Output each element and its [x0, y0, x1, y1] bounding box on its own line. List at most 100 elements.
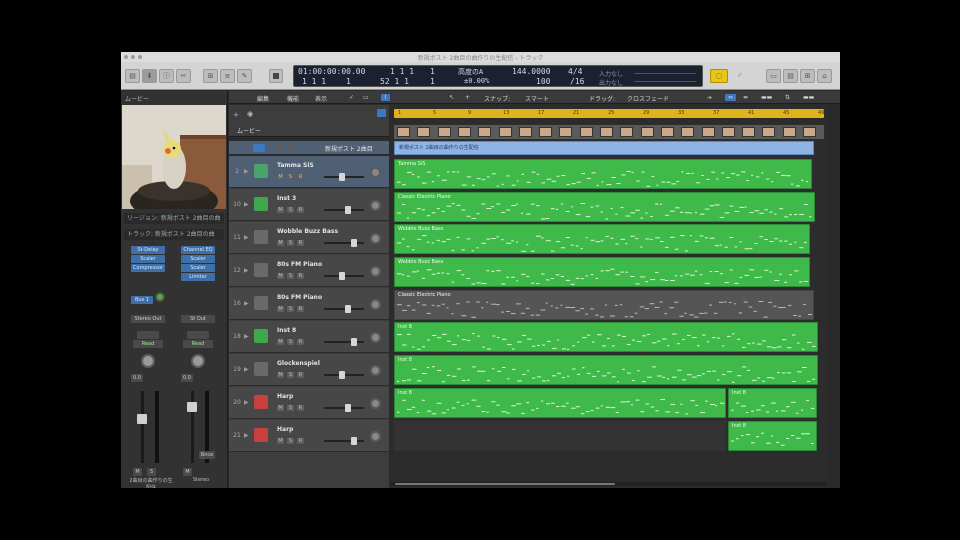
volume-fader[interactable]	[187, 402, 197, 412]
lcd-tempo[interactable]: 144.0000	[512, 67, 551, 76]
volume-fader-track[interactable]	[141, 391, 144, 463]
notepad-button[interactable]: ▤	[783, 69, 798, 83]
disclosure-triangle-icon[interactable]: ▶	[244, 432, 249, 439]
track-name[interactable]: Glockenspiel	[277, 360, 320, 367]
volume-slider[interactable]	[324, 407, 364, 409]
pencil-tool-icon[interactable]: +	[465, 94, 470, 101]
pan-knob[interactable]	[191, 354, 205, 368]
volume-slider-cap[interactable]	[351, 437, 357, 445]
mute-button[interactable]: M	[277, 438, 284, 444]
record-enable-button[interactable]: R	[297, 273, 304, 279]
editors-button[interactable]: ✎	[237, 69, 252, 83]
plugin-slot-2[interactable]: Scaler	[131, 255, 165, 263]
pan-knob[interactable]	[370, 365, 381, 376]
volume-slider-cap[interactable]	[345, 404, 351, 412]
solo-button[interactable]: S	[287, 174, 294, 180]
mute-button[interactable]: M	[277, 372, 284, 378]
add-track-button[interactable]: +	[233, 111, 239, 119]
volume-slider-cap[interactable]	[339, 371, 345, 379]
volume-slider-cap[interactable]	[345, 206, 351, 214]
lcd-signature[interactable]: 4/4	[568, 67, 582, 76]
zoom-horizontal-icon[interactable]: ⇹	[743, 94, 748, 101]
midi-region[interactable]: Inst 8	[728, 421, 817, 451]
volume-slider[interactable]	[324, 308, 364, 310]
track-header[interactable]: 12 ▶ 80s FM Piano M S R	[229, 255, 389, 287]
mute-button[interactable]: M	[277, 240, 284, 246]
solo-button[interactable]: S	[287, 240, 294, 246]
pan-knob[interactable]	[370, 167, 381, 178]
disclosure-triangle-icon[interactable]: ▶	[244, 300, 249, 307]
solo-button[interactable]	[287, 144, 294, 151]
list-editors-button[interactable]: ▭	[766, 69, 781, 83]
record-enable-button[interactable]: R	[297, 438, 304, 444]
disclosure-triangle-icon[interactable]: ▶	[244, 267, 249, 274]
group-slot[interactable]	[187, 331, 209, 339]
snap-select[interactable]: スマート	[525, 94, 549, 103]
smart-controls-button[interactable]: ⊞	[203, 69, 218, 83]
zoom-vertical-icon[interactable]: ⇅	[785, 94, 790, 101]
disclosure-triangle-icon[interactable]: ▶	[244, 366, 249, 373]
mute-button[interactable]: M	[277, 306, 284, 312]
record-enable-button[interactable]: R	[297, 240, 304, 246]
fit-icon[interactable]: ⇔	[725, 94, 737, 101]
record-enable-button[interactable]: R	[297, 405, 304, 411]
record-enable-button[interactable]: R	[297, 372, 304, 378]
record-enable-button[interactable]: R	[297, 339, 304, 345]
plugin-slot-1[interactable]: Channel EQ	[181, 246, 215, 254]
region-inspector-row[interactable]: リージョン: 新規ポスト 2曲目の曲	[124, 213, 224, 224]
volume-slider[interactable]	[324, 341, 364, 343]
record-enable-button[interactable]: R	[297, 306, 304, 312]
track-name[interactable]: Wobble Buzz Bass	[277, 228, 338, 235]
record-enable-button[interactable]: R	[297, 174, 304, 180]
output-slot[interactable]: Stereo Out	[131, 315, 165, 323]
volume-slider-cap[interactable]	[339, 173, 345, 181]
solo-button[interactable]: S	[287, 207, 294, 213]
solo-button[interactable]: S	[287, 372, 294, 378]
track-header[interactable]: 19 ▶ Glockenspiel M S R	[229, 354, 389, 386]
solo-button[interactable]: S	[287, 438, 294, 444]
stop-button[interactable]	[269, 69, 283, 83]
pan-knob[interactable]	[370, 431, 381, 442]
automation-mode[interactable]: Read	[183, 340, 213, 348]
zoom-slider[interactable]: ▬▬	[761, 94, 772, 101]
plugin-slot-4[interactable]: Limiter	[181, 273, 215, 281]
record-enable-button[interactable]: R	[297, 207, 304, 213]
track-name[interactable]: 80s FM Piano	[277, 261, 322, 268]
zoom-vertical-slider[interactable]: ▬▬	[803, 94, 814, 101]
track-header[interactable]: 11 ▶ Wobble Buzz Bass M S R	[229, 222, 389, 254]
pan-knob[interactable]	[141, 354, 155, 368]
browsers-button[interactable]: ⌂	[817, 69, 832, 83]
track-header[interactable]: 18 ▶ Inst 8 MSR	[229, 321, 389, 353]
track-header[interactable]: 20 ▶ Harp M S R	[229, 387, 389, 419]
mute-button[interactable]: M	[277, 339, 284, 345]
disclosure-triangle-icon[interactable]: ▶	[244, 234, 249, 241]
midi-region[interactable]: Inst 8	[394, 388, 726, 418]
arrange-area[interactable]: 1 5 9 13 17 21 25 29 33 37 41 45 49 新規ポスト 2曲目の曲作りの生配…	[391, 105, 827, 480]
cycle-button[interactable]: ◌	[710, 69, 728, 83]
track-header[interactable]: 21 ▶ Harp M S R	[229, 420, 389, 452]
midi-region[interactable]: Wobble Buzz Bass	[394, 257, 810, 287]
mute-button[interactable]: M	[183, 468, 192, 476]
send-slot[interactable]: Bus 1	[131, 296, 153, 304]
plugin-slot-2[interactable]: Scaler	[181, 255, 215, 263]
empty-track-lane[interactable]	[394, 421, 726, 451]
track-header[interactable]: 10 ▶ Inst 3 MSR	[229, 189, 389, 221]
disclosure-triangle-icon[interactable]: ▶	[244, 333, 249, 340]
lcd-display[interactable]: 01:00:00:00.00 1 1 1 1 1 1 1 1 52 1 1 1 …	[293, 65, 703, 87]
waveform-zoom-icon[interactable]: ⟛	[707, 94, 712, 102]
track-name[interactable]: Harp	[277, 393, 293, 400]
automation-mode[interactable]: Read	[133, 340, 163, 348]
inspector-button[interactable]: ⬇	[142, 69, 157, 83]
bounce-button[interactable]: Bnce	[199, 451, 215, 459]
quick-help-button[interactable]: ⓘ	[159, 69, 174, 83]
volume-slider[interactable]	[324, 440, 364, 442]
send-knob[interactable]	[155, 292, 165, 302]
disclosure-triangle-icon[interactable]: ▶	[244, 399, 249, 406]
pointer-tool-icon[interactable]: ↖	[449, 94, 454, 101]
mixer-button[interactable]: ≡	[220, 69, 235, 83]
volume-slider-cap[interactable]	[351, 338, 357, 346]
track-name[interactable]: 80s FM Piano	[277, 294, 322, 301]
track-name[interactable]: Tamma SiS	[277, 162, 314, 169]
vertical-scroll-area[interactable]	[829, 105, 840, 488]
video-region[interactable]: 新規ポスト 2曲目の曲作りの生配信	[394, 141, 814, 155]
